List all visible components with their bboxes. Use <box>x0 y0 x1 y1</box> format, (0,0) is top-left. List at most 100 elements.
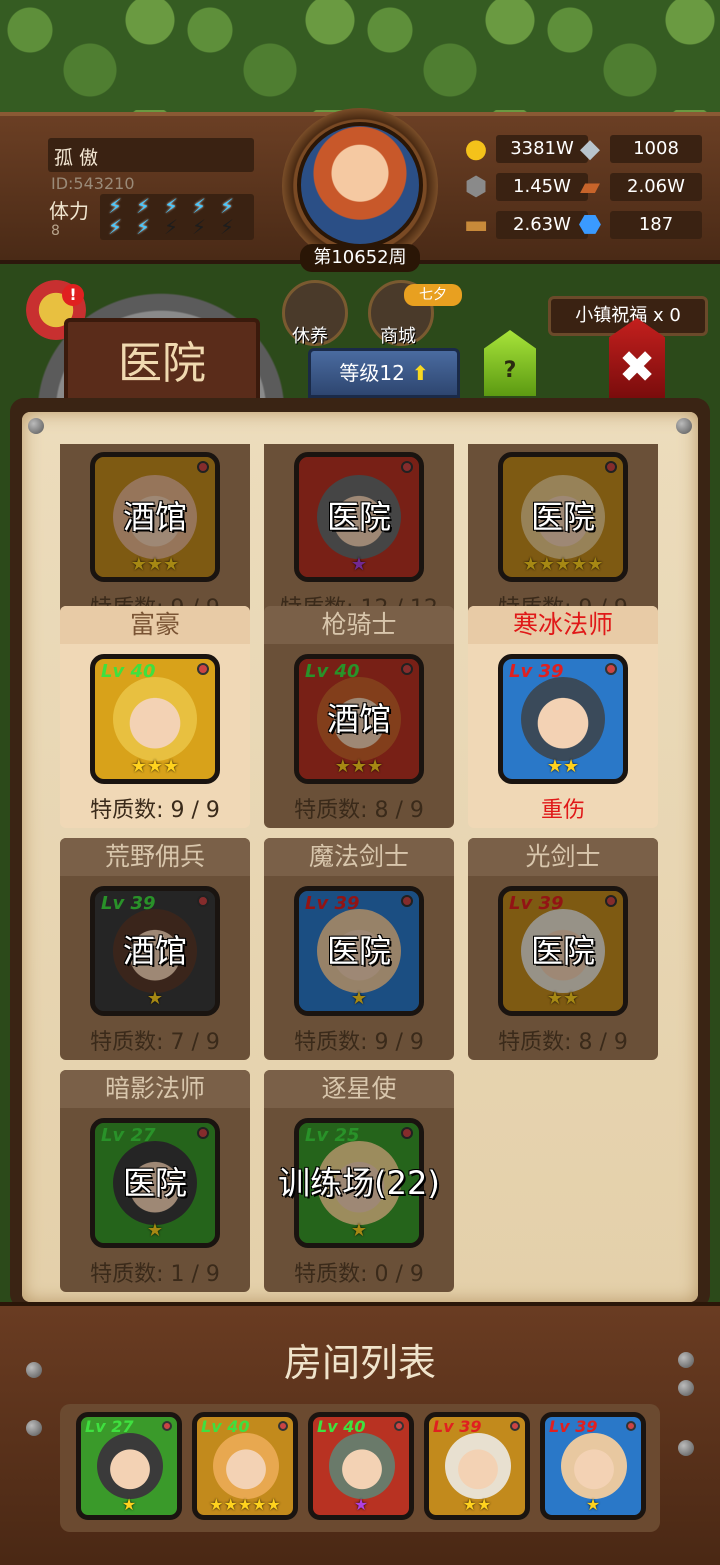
assignment-label: 酒馆 <box>122 498 187 536</box>
resource-gold: ● 3381W <box>456 134 588 164</box>
resource-value: 1008 <box>610 135 702 163</box>
hero-class-title: 暗影法师 <box>60 1070 250 1108</box>
player-name: 孤 傲 <box>48 138 254 172</box>
assignment-label: 医院 <box>122 1164 187 1202</box>
help-button[interactable]: ? <box>484 330 536 396</box>
hero-level: Lv 27 <box>85 1417 134 1436</box>
player-avatar[interactable] <box>297 122 423 248</box>
stamina-bolt-icon: ⚡ <box>220 194 235 218</box>
rivet <box>26 1420 42 1436</box>
resource-stone: ⬢ 1.45W <box>456 172 588 202</box>
hero-card[interactable]: 魔法剑士 Lv 39 ★ 医院 特质数: 9 / 9 <box>264 838 454 1060</box>
hero-level: Lv 40 <box>201 1417 250 1436</box>
hero-face <box>113 677 197 761</box>
room-member-portrait[interactable]: Lv 40 ★★★★★ <box>192 1412 298 1520</box>
hero-class-title: 富豪 <box>60 606 250 644</box>
level-up-arrow-icon: ⬆ <box>404 361 429 385</box>
trait-count: 特质数: 8 / 9 <box>294 798 424 823</box>
rest-label: 休养 <box>292 326 328 347</box>
status-dot-icon <box>394 1421 404 1431</box>
hero-face <box>521 677 605 761</box>
hero-class-title: 枪骑士 <box>264 606 454 644</box>
level-tab[interactable]: 等级12 ⬆ <box>308 348 460 398</box>
hero-level: Lv 39 <box>509 661 564 682</box>
wood-log-icon: ▬ <box>463 210 489 240</box>
trait-count: 特质数: 9 / 9 <box>294 1030 424 1055</box>
assignment-label: 医院 <box>530 932 595 970</box>
status-dot-icon <box>605 663 617 675</box>
hero-card[interactable]: 荒野佣兵 Lv 39 ★ 酒馆 特质数: 7 / 9 <box>60 838 250 1060</box>
trait-count: 特质数: 8 / 9 <box>498 1030 628 1055</box>
room-member-portrait[interactable]: Lv 27 ★ <box>76 1412 182 1520</box>
resource-iron: ◆ 1008 <box>570 134 702 164</box>
hero-stars: ★★ <box>462 1495 492 1514</box>
hero-card[interactable]: ★★★酒馆特质数: 9 / 9 <box>60 444 250 626</box>
room-list-title: 房间列表 <box>283 1341 436 1385</box>
hero-level: Lv 40 <box>101 661 156 682</box>
resource-crystal: ⬣ 187 <box>570 210 702 240</box>
hero-class-title: 魔法剑士 <box>264 838 454 876</box>
hero-face <box>97 1433 163 1499</box>
status-dot-icon <box>510 1421 520 1431</box>
trait-count: 重伤 <box>540 798 585 823</box>
room-member-portrait[interactable]: Lv 40 ★ <box>308 1412 414 1520</box>
stamina-bolt-icon: ⚡ <box>108 194 123 218</box>
forest-background <box>0 0 720 120</box>
rivet <box>678 1352 694 1368</box>
hero-face <box>329 1433 395 1499</box>
hero-stars: ★ <box>353 1495 369 1514</box>
assignment-label: 医院 <box>530 498 595 536</box>
hero-level: Lv 39 <box>549 1417 598 1436</box>
hero-class-title: 光剑士 <box>468 838 658 876</box>
hero-stars: ★★★★★ <box>209 1495 281 1514</box>
hero-card[interactable]: 光剑士 Lv 39 ★★ 医院 特质数: 8 / 9 <box>468 838 658 1060</box>
trait-count: 特质数: 9 / 9 <box>90 798 220 823</box>
rivet <box>26 1362 42 1378</box>
hero-card[interactable]: ★医院特质数: 12 / 12 <box>264 444 454 626</box>
close-icon: ✖ <box>618 342 656 393</box>
gold-coin-icon: ● <box>464 134 488 164</box>
room-member-portrait[interactable]: Lv 39 ★ <box>540 1412 646 1520</box>
hero-face <box>445 1433 511 1499</box>
trait-count: 特质数: 7 / 9 <box>90 1030 220 1055</box>
hero-stars: ★ <box>585 1495 601 1514</box>
stamina-bolt-icon: ⚡ <box>192 194 207 218</box>
hero-grid[interactable]: ★★★酒馆特质数: 9 / 9★医院特质数: 12 / 12★★★★★医院特质数… <box>60 444 660 1294</box>
hero-portrait: Lv 39 ★★ <box>498 654 628 784</box>
shop-label: 商城 <box>380 326 416 347</box>
resource-value: 187 <box>610 211 702 239</box>
status-dot-icon <box>162 1421 172 1431</box>
resource-value: 2.06W <box>610 173 702 201</box>
hero-card[interactable]: 暗影法师 Lv 27 ★ 医院 特质数: 1 / 9 <box>60 1070 250 1292</box>
hero-class-title: 寒冰法师 <box>468 606 658 644</box>
hero-portrait: Lv 40 ★★★ <box>90 654 220 784</box>
stamina-bolt-icon: ⚡ <box>108 215 123 239</box>
hero-stars: ★★ <box>546 756 580 777</box>
hero-level: Lv 39 <box>433 1417 482 1436</box>
resource-wood: ▬ 2.63W <box>456 210 588 240</box>
hero-card[interactable]: 枪骑士 Lv 40 ★★★ 酒馆 特质数: 8 / 9 <box>264 606 454 828</box>
blue-crystal-icon: ⬣ <box>578 210 602 240</box>
level-label: 等级12 <box>339 361 405 385</box>
room-member-portrait[interactable]: Lv 39 ★★ <box>424 1412 530 1520</box>
hero-stars: ★★★ <box>130 756 180 777</box>
hero-card[interactable]: 逐星使 Lv 25 ★ 训练场(22) 特质数: 0 / 9 <box>264 1070 454 1292</box>
hero-face <box>561 1433 627 1499</box>
stamina-bolt-icon: ⚡ <box>164 215 179 239</box>
assignment-label: 医院 <box>326 498 391 536</box>
stamina-value: 8 <box>51 223 60 239</box>
rivet <box>678 1440 694 1456</box>
assignment-label: 医院 <box>326 932 391 970</box>
hero-stars: ★ <box>121 1495 137 1514</box>
hero-card[interactable]: 寒冰法师 Lv 39 ★★ 重伤 <box>468 606 658 828</box>
stamina-bolts: ⚡ ⚡ ⚡ ⚡ ⚡ ⚡ ⚡ ⚡ ⚡ ⚡ <box>100 194 254 240</box>
trait-count: 特质数: 1 / 9 <box>90 1262 220 1287</box>
stamina-bolt-icon: ⚡ <box>220 215 235 239</box>
hero-face <box>213 1433 279 1499</box>
status-dot-icon <box>278 1421 288 1431</box>
hero-card[interactable]: 富豪 Lv 40 ★★★ 特质数: 9 / 9 <box>60 606 250 828</box>
hero-card[interactable]: ★★★★★医院特质数: 9 / 9 <box>468 444 658 626</box>
assignment-label: 酒馆 <box>122 932 187 970</box>
hero-class-title: 逐星使 <box>264 1070 454 1108</box>
status-dot-icon <box>197 663 209 675</box>
